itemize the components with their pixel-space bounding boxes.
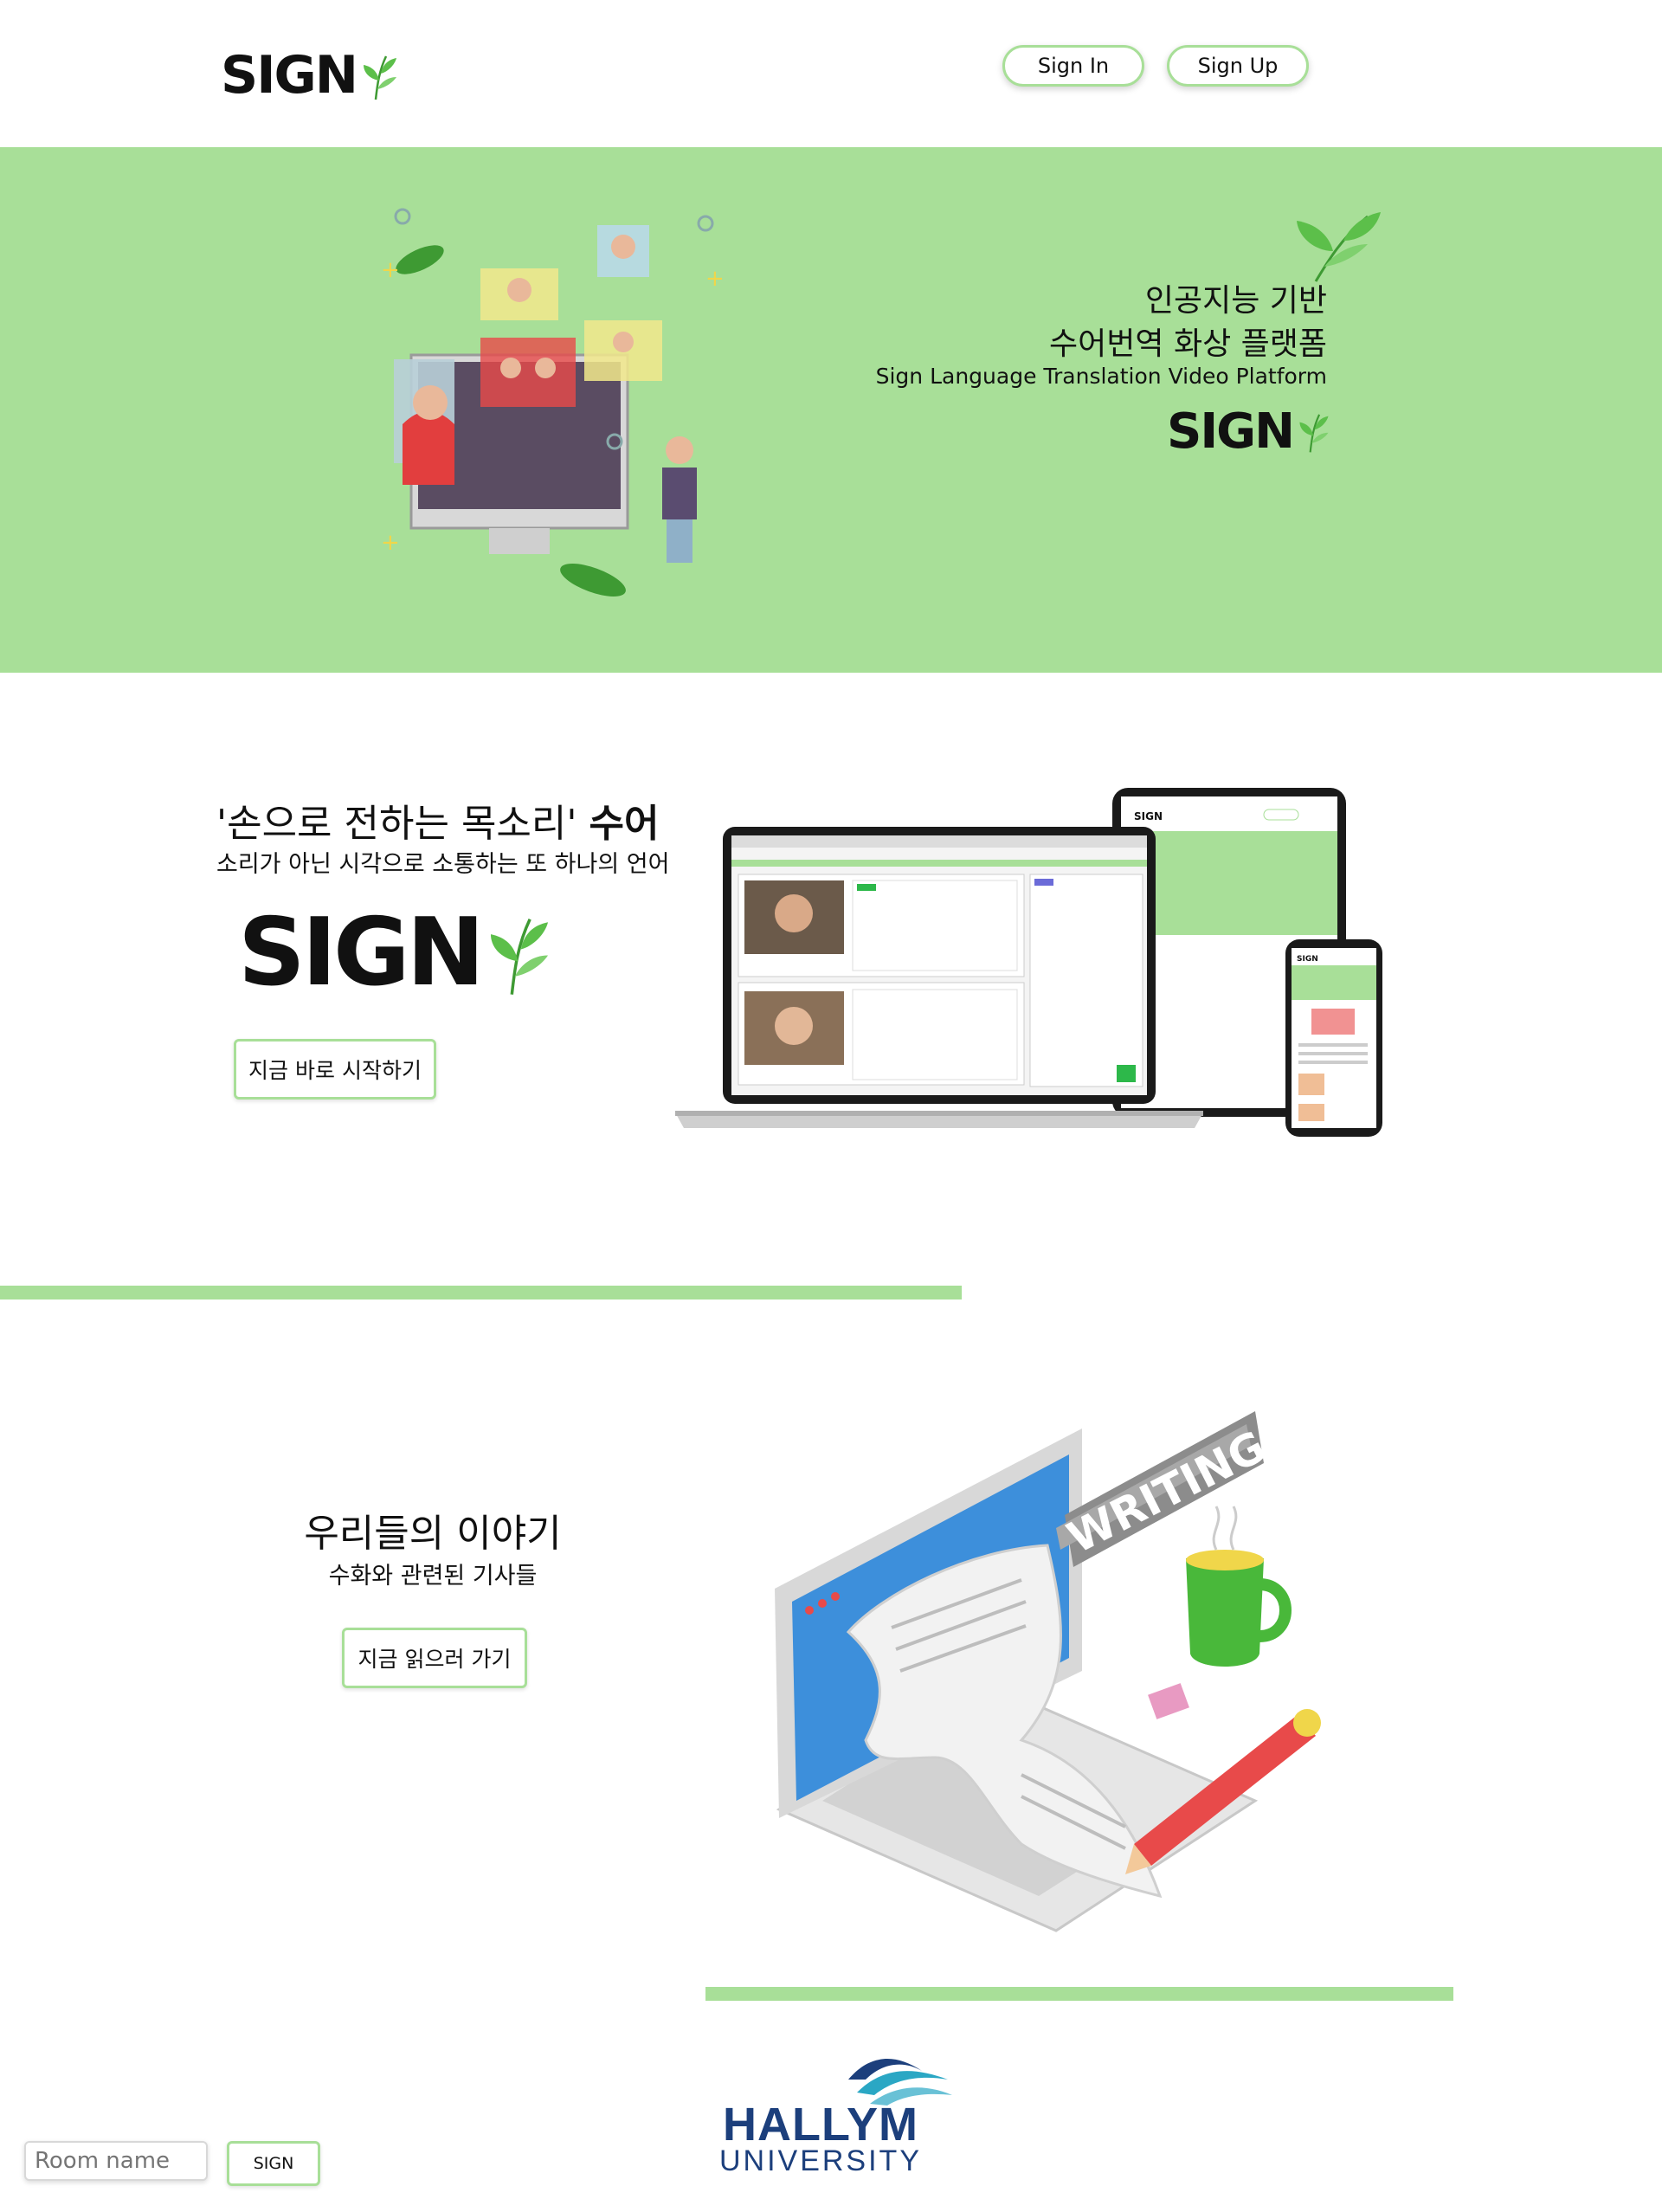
hero-banner: + + + 인공지능 기반 수어번역 화상 플랫폼 Sign Language …: [0, 147, 1662, 673]
logo-text: SIGN: [221, 45, 358, 106]
svg-text:+: +: [381, 257, 400, 283]
sign-in-button[interactable]: Sign In: [1002, 45, 1144, 87]
devices-mockup-image: SIGN SIGN: [675, 788, 1382, 1137]
room-sign-label: SIGN: [253, 2154, 294, 2173]
hero-title-line1: 인공지능 기반: [1144, 283, 1327, 319]
section-headline: '손으로 전하는 목소리' 수어: [216, 792, 659, 848]
hero-logo: SIGN: [1167, 403, 1331, 460]
start-now-button[interactable]: 지금 바로 시작하기: [234, 1039, 436, 1100]
start-now-label: 지금 바로 시작하기: [248, 1058, 422, 1083]
story-subline: 수화와 관련된 기사들: [328, 1563, 538, 1590]
leaf-sprig-icon: [1299, 414, 1329, 453]
sign-up-button[interactable]: Sign Up: [1167, 45, 1309, 87]
hallym-wave-logo-icon: [848, 2059, 952, 2106]
leaf-decoration-icon: [1297, 212, 1381, 282]
hallym-name: HALLYM: [722, 2099, 918, 2151]
writing-sign-text: WRITING: [1060, 1421, 1273, 1563]
tablet-logo: SIGN: [1134, 810, 1163, 822]
svg-text:+: +: [705, 266, 725, 292]
writing-laptop-illustration: WRITING: [775, 1411, 1321, 1932]
headline-normal: '손으로 전하는 목소리': [216, 802, 577, 846]
sign-up-label: Sign Up: [1197, 54, 1279, 78]
hero-logo-text: SIGN: [1167, 403, 1295, 460]
room-sign-button[interactable]: SIGN: [227, 2141, 320, 2186]
svg-text:+: +: [381, 530, 400, 556]
sign-in-label: Sign In: [1037, 54, 1110, 78]
phone-logo: SIGN: [1297, 955, 1318, 964]
video-call-illustration: + + +: [381, 208, 725, 597]
section-divider-right: [705, 1987, 1453, 2001]
hero-subtitle: Sign Language Translation Video Platform: [875, 364, 1327, 389]
section-subline: 소리가 아닌 시각으로 소통하는 또 하나의 언어: [216, 851, 670, 878]
section-divider-left: [0, 1286, 962, 1299]
story-headline: 우리들의 이야기: [304, 1512, 562, 1556]
section-logo: SIGN: [238, 898, 554, 1007]
hero-title-line2: 수어번역 화상 플랫폼: [1049, 326, 1327, 362]
leaf-sprig-icon: [490, 918, 549, 995]
read-now-label: 지금 읽으러 가기: [358, 1647, 512, 1672]
header-logo[interactable]: SIGN: [221, 45, 400, 106]
headline-bold: 수어: [589, 802, 660, 846]
hallym-sub: UNIVERSITY: [718, 2144, 923, 2177]
read-now-button[interactable]: 지금 읽으러 가기: [342, 1628, 527, 1688]
leaf-sprig-icon: [364, 55, 396, 100]
section-logo-text: SIGN: [238, 898, 485, 1007]
room-name-input[interactable]: [24, 2141, 208, 2181]
